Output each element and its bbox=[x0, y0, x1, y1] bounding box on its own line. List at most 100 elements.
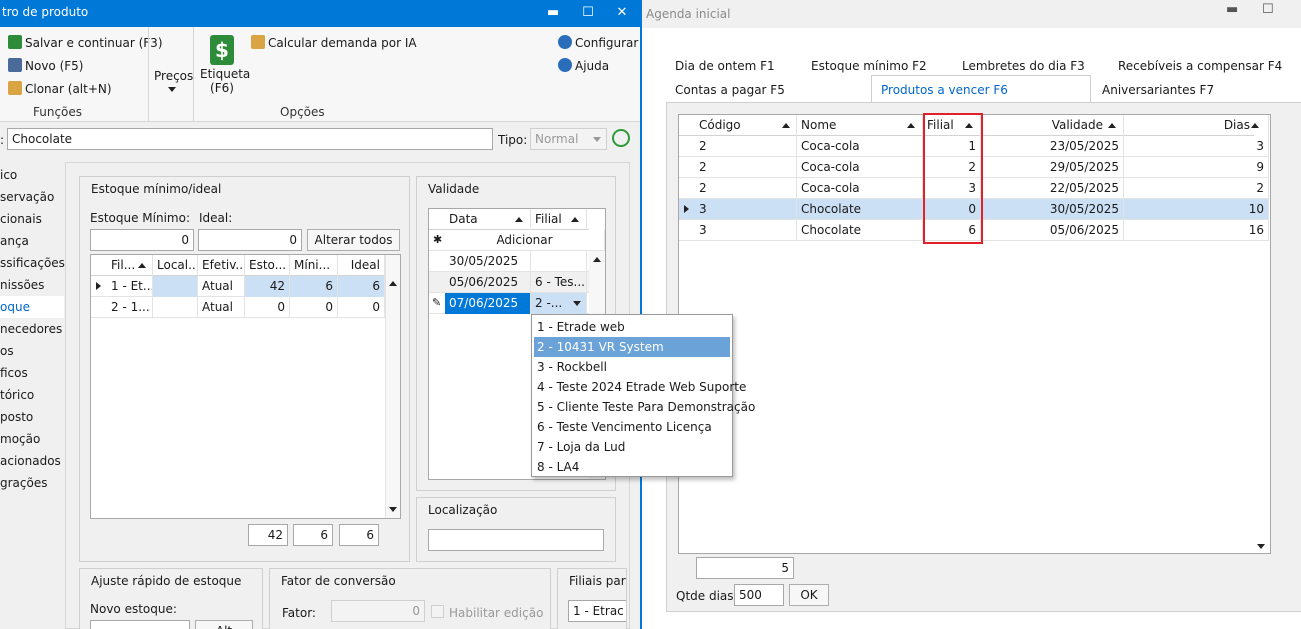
sidebar-item[interactable]: ssificações bbox=[0, 256, 65, 270]
ideal-input[interactable]: 0 bbox=[198, 229, 302, 251]
qtde-dias-label: Qtde dias: bbox=[676, 589, 738, 603]
table-row[interactable]: 30/05/2025 bbox=[429, 251, 589, 272]
dropdown-option[interactable]: 1 - Etrade web bbox=[534, 317, 730, 337]
habilitar-checkbox[interactable] bbox=[431, 605, 444, 618]
scroll-down-icon[interactable] bbox=[389, 507, 397, 512]
sidebar-item[interactable]: grações bbox=[0, 476, 47, 490]
dropdown-option[interactable]: 5 - Cliente Teste Para Demonstração bbox=[534, 397, 755, 417]
alterar-todos-button[interactable]: Alterar todos bbox=[307, 229, 400, 251]
tab-dia-ontem[interactable]: Dia de ontem F1 bbox=[675, 59, 775, 73]
scroll-down-icon[interactable] bbox=[1257, 544, 1265, 549]
estoque-grid-header: Fil... Local... Efetiv... Esto... Míni..… bbox=[91, 255, 385, 276]
new-row-icon: ✱ bbox=[433, 233, 443, 246]
validade-grid-header: Data Filial bbox=[429, 209, 589, 230]
close-icon[interactable]: ✕ bbox=[611, 2, 633, 24]
sidebar-item[interactable]: posto bbox=[0, 410, 33, 424]
add-row[interactable]: ✱ Adicionar bbox=[429, 230, 605, 251]
product-titlebar: tro de produto ▬ ☐ ✕ bbox=[0, 0, 640, 27]
filial-combo-cell[interactable]: 2 -... bbox=[531, 293, 587, 314]
col-header[interactable]: Míni... bbox=[290, 255, 338, 276]
new-button[interactable]: Novo (F5) bbox=[8, 58, 83, 73]
tab-lembretes[interactable]: Lembretes do dia F3 bbox=[962, 59, 1085, 73]
save-continue-button[interactable]: Salvar e continuar (F3) bbox=[8, 35, 163, 50]
sidebar-item[interactable]: ficos bbox=[0, 366, 28, 380]
table-cell: Atual bbox=[198, 297, 245, 318]
ribbon-separator bbox=[148, 27, 149, 122]
col-header-nome[interactable]: Nome bbox=[797, 115, 923, 136]
sidebar-item[interactable]: servação bbox=[0, 190, 54, 204]
maximize-icon[interactable]: ☐ bbox=[577, 2, 599, 24]
alterar-estoque-button[interactable]: Alt bbox=[195, 620, 253, 629]
qtde-dias-input[interactable]: 500 bbox=[734, 584, 784, 606]
estoque-min-label: Estoque Mínimo: bbox=[90, 211, 191, 225]
tab-recebiveis[interactable]: Recebíveis a compensar F4 bbox=[1118, 59, 1282, 73]
dropdown-option[interactable]: 4 - Teste 2024 Etrade Web Suporte bbox=[534, 377, 746, 397]
col-header-validade[interactable]: Validade bbox=[981, 115, 1124, 136]
scroll-up-icon[interactable] bbox=[593, 257, 601, 262]
dropdown-option[interactable]: 6 - Teste Vencimento Licença bbox=[534, 417, 730, 437]
table-row-editing[interactable]: ✎ 07/06/2025 2 -... bbox=[429, 293, 589, 314]
sidebar-item-estoque[interactable]: oque bbox=[0, 296, 64, 318]
sidebar-item[interactable]: ança bbox=[0, 234, 29, 248]
table-row[interactable]: 1 - Et... Atual 42 6 6 bbox=[91, 276, 385, 297]
col-header[interactable]: Ideal bbox=[338, 255, 385, 276]
sidebar-item[interactable]: ico bbox=[0, 168, 17, 182]
sidebar-item[interactable]: necedores bbox=[0, 322, 62, 336]
tab-aniversariantes[interactable]: Aniversariantes F7 bbox=[1102, 83, 1214, 97]
estoque-scrollbar[interactable] bbox=[385, 255, 400, 518]
minimize-icon[interactable]: ▬ bbox=[542, 2, 564, 24]
table-cell: 2 bbox=[695, 157, 797, 178]
fator-input[interactable]: 0 bbox=[331, 600, 425, 622]
name-label: : bbox=[0, 133, 5, 147]
label-button[interactable]: $ Etiqueta (F6) bbox=[200, 35, 250, 95]
localizacao-input[interactable] bbox=[428, 529, 604, 551]
filial-dropdown-list: 1 - Etrade web 2 - 10431 VR System 3 - R… bbox=[531, 314, 755, 477]
estoque-min-input[interactable]: 0 bbox=[90, 229, 194, 251]
tipo-label: Tipo: bbox=[498, 133, 528, 147]
sidebar-item[interactable]: os bbox=[0, 344, 14, 358]
sidebar-item[interactable]: tórico bbox=[0, 388, 34, 402]
sort-asc-icon bbox=[1251, 123, 1259, 128]
sidebar-item[interactable]: nissões bbox=[0, 278, 44, 292]
sort-asc-icon bbox=[782, 123, 790, 128]
opcoes-group-label: Opções bbox=[280, 105, 325, 119]
dropdown-option[interactable]: 3 - Rockbell bbox=[534, 357, 730, 377]
col-header[interactable]: Fil... bbox=[107, 255, 153, 276]
dropdown-option-selected[interactable]: 2 - 10431 VR System bbox=[534, 337, 730, 357]
col-header[interactable]: Local... bbox=[153, 255, 198, 276]
validade-panel-title: Validade bbox=[428, 182, 480, 196]
calculate-demand-button[interactable]: Calcular demanda por IA bbox=[251, 35, 417, 50]
filiais-select[interactable]: 1 - Etrac bbox=[568, 600, 626, 622]
tab-estoque-minimo[interactable]: Estoque mínimo F2 bbox=[811, 59, 927, 73]
tab-produtos-vencer[interactable]: Produtos a vencer F6 bbox=[881, 83, 1008, 97]
table-cell: 05/06/2025 bbox=[445, 272, 531, 293]
help-button[interactable]: Ajuda bbox=[558, 58, 609, 73]
maximize-icon[interactable]: ☐ bbox=[1262, 2, 1274, 17]
dropdown-option[interactable]: 8 - LA4 bbox=[534, 457, 730, 477]
ok-button[interactable]: OK bbox=[789, 584, 829, 606]
product-name-input[interactable]: Chocolate bbox=[7, 128, 493, 150]
table-row[interactable]: 05/06/2025 6 - Tes... bbox=[429, 272, 589, 293]
tab-contas-pagar[interactable]: Contas a pagar F5 bbox=[675, 83, 785, 97]
col-header[interactable]: Efetiv... bbox=[198, 255, 245, 276]
sidebar-item[interactable]: acionados bbox=[0, 454, 61, 468]
novo-estoque-input[interactable] bbox=[90, 620, 190, 629]
minimize-icon[interactable]: ▬ bbox=[1226, 2, 1238, 17]
scroll-up-icon[interactable] bbox=[389, 281, 397, 286]
configure-button[interactable]: Configurar bbox=[558, 35, 638, 50]
refresh-icon[interactable] bbox=[612, 129, 630, 147]
sidebar-item[interactable]: cionais bbox=[0, 212, 42, 226]
col-header[interactable]: Esto... bbox=[245, 255, 290, 276]
ribbon: Salvar e continuar (F3) Novo (F5) Clonar… bbox=[0, 27, 640, 122]
col-header-dias[interactable]: Dias bbox=[1124, 115, 1269, 136]
sidebar-item[interactable]: moção bbox=[0, 432, 40, 446]
dropdown-option[interactable]: 7 - Loja da Lud bbox=[534, 437, 730, 457]
table-row[interactable]: 2 - 1... Atual 0 0 0 bbox=[91, 297, 385, 318]
current-row-icon bbox=[684, 205, 689, 213]
chevron-down-icon[interactable] bbox=[573, 301, 581, 306]
prices-button[interactable]: Preços bbox=[154, 69, 193, 92]
tipo-select[interactable]: Normal bbox=[530, 128, 607, 150]
filial-highlight-box bbox=[923, 113, 983, 244]
localizacao-title: Localização bbox=[428, 503, 498, 517]
clone-button[interactable]: Clonar (alt+N) bbox=[8, 81, 112, 96]
